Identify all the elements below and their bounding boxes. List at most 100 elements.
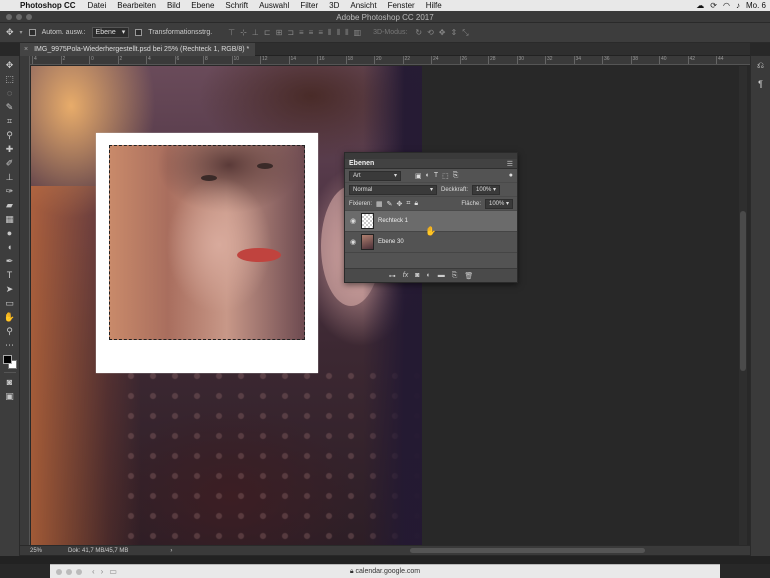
polaroid-inner-photo-selection[interactable] — [109, 145, 305, 340]
menu-datei[interactable]: Datei — [88, 1, 107, 10]
blur-tool-icon[interactable]: ● — [2, 226, 18, 240]
link-layers-icon[interactable]: ⊶ — [389, 272, 396, 280]
menu-app-name[interactable]: Photoshop CC — [20, 1, 76, 10]
3d-roll-icon[interactable]: ⟲ — [427, 28, 434, 38]
filter-smartobject-icon[interactable]: ⎘ — [453, 172, 459, 180]
browser-address-bar[interactable]: 🔒︎ calendar.google.com — [50, 568, 720, 576]
eraser-tool-icon[interactable]: ▰ — [2, 198, 18, 212]
3d-rotate-icon[interactable]: ↻ — [415, 28, 422, 38]
color-swatches[interactable] — [2, 354, 18, 370]
layer-filter-dropdown[interactable]: Art ▾ — [349, 170, 401, 181]
menu-bild[interactable]: Bild — [167, 1, 180, 10]
distribute-top-icon[interactable]: ≡ — [299, 28, 304, 38]
distribute-left-icon[interactable]: ⦀ — [328, 28, 332, 38]
eye-icon[interactable]: ◉ — [349, 238, 357, 246]
distribute-right-icon[interactable]: ⦀ — [345, 28, 349, 38]
lock-all-icon[interactable]: 🔒︎ — [414, 200, 418, 208]
document-canvas[interactable] — [31, 66, 751, 545]
align-right-icon[interactable]: ⊐ — [287, 28, 294, 38]
quick-mask-icon[interactable]: ◙ — [2, 375, 18, 389]
fill-field[interactable]: 100% ▾ — [485, 198, 513, 209]
vertical-scrollbar-thumb[interactable] — [740, 211, 746, 371]
path-selection-tool-icon[interactable]: ➤ — [2, 282, 18, 296]
new-group-icon[interactable]: ▬ — [438, 272, 445, 279]
document-size-info[interactable]: Dok: 41,7 MB/45,7 MB — [68, 548, 128, 554]
align-left-icon[interactable]: ⊏ — [264, 28, 271, 38]
lock-image-icon[interactable]: ✎ — [387, 200, 393, 208]
align-vcenter-icon[interactable]: ⊹ — [240, 28, 247, 38]
add-mask-icon[interactable]: ◙ — [415, 272, 419, 279]
screen-mode-icon[interactable]: ▣ — [2, 389, 18, 403]
menu-ebene[interactable]: Ebene — [191, 1, 214, 10]
close-tab-icon[interactable]: × — [24, 43, 28, 56]
move-tool-icon[interactable]: ✥ — [2, 58, 18, 72]
foreground-color-swatch[interactable] — [2, 355, 12, 364]
eye-icon[interactable]: ◉ — [349, 217, 357, 225]
hand-tool-icon[interactable]: ✋ — [2, 310, 18, 324]
blend-mode-dropdown[interactable]: Normal ▾ — [349, 184, 437, 195]
3d-scale-icon[interactable]: ⤡ — [462, 28, 468, 38]
menubar-clock[interactable]: Mo. 6 — [746, 1, 766, 10]
panel-menu-icon[interactable]: ☰ — [507, 160, 513, 168]
gradient-tool-icon[interactable]: ▦ — [2, 212, 18, 226]
cloud-icon[interactable]: ☁ — [696, 1, 704, 10]
type-tool-icon[interactable]: T — [2, 268, 18, 282]
filter-type-icon[interactable]: T — [434, 172, 438, 180]
filter-pixel-icon[interactable]: ▣ — [415, 172, 422, 180]
menu-filter[interactable]: Filter — [300, 1, 318, 10]
clone-stamp-tool-icon[interactable]: ⊥ — [2, 170, 18, 184]
layers-panel-tab[interactable]: Ebenen — [349, 160, 374, 167]
status-menu-arrow-icon[interactable]: › — [170, 548, 172, 554]
opacity-field[interactable]: 100% ▾ — [472, 184, 501, 195]
layer-style-icon[interactable]: fx — [403, 272, 408, 279]
filter-shape-icon[interactable]: ⬚ — [442, 172, 449, 180]
menu-fenster[interactable]: Fenster — [388, 1, 415, 10]
lasso-tool-icon[interactable]: ◌ — [2, 86, 18, 100]
quick-selection-tool-icon[interactable]: ✎ — [2, 100, 18, 114]
zoom-tool-icon[interactable]: ⚲ — [2, 324, 18, 338]
preset-dropdown-icon[interactable]: ▾ — [20, 29, 23, 36]
wifi-icon[interactable]: ◠ — [723, 1, 730, 10]
healing-brush-tool-icon[interactable]: ✚ — [2, 142, 18, 156]
brush-tool-icon[interactable]: ✐ — [2, 156, 18, 170]
marquee-tool-icon[interactable]: ⬚ — [2, 72, 18, 86]
vertical-scrollbar[interactable] — [739, 66, 747, 545]
align-bottom-icon[interactable]: ⊥ — [252, 28, 259, 38]
menu-ansicht[interactable]: Ansicht — [350, 1, 376, 10]
rectangle-tool-icon[interactable]: ▭ — [2, 296, 18, 310]
menu-3d[interactable]: 3D — [329, 1, 339, 10]
sync-icon[interactable]: ⟳ — [710, 1, 717, 10]
transform-controls-checkbox[interactable] — [135, 29, 143, 36]
new-layer-icon[interactable]: ⎘ — [452, 272, 458, 280]
menu-schrift[interactable]: Schrift — [225, 1, 248, 10]
align-top-icon[interactable]: ⊤ — [228, 28, 235, 38]
history-panel-icon[interactable]: ⎌ — [757, 60, 764, 71]
volume-icon[interactable]: ♪ — [736, 1, 740, 10]
adjustment-layer-icon[interactable]: ◐ — [426, 272, 430, 279]
distribute-bottom-icon[interactable]: ≡ — [318, 28, 323, 38]
vertical-ruler[interactable] — [20, 56, 30, 546]
filter-adjustment-icon[interactable]: ◐ — [426, 172, 430, 180]
paragraph-panel-icon[interactable]: ¶ — [758, 79, 763, 89]
lock-position-icon[interactable]: ✥ — [397, 200, 403, 208]
distribute-hcenter-icon[interactable]: ⦀ — [337, 28, 341, 38]
lock-transparent-icon[interactable]: ▦ — [376, 200, 383, 208]
pen-tool-icon[interactable]: ✒ — [2, 254, 18, 268]
menu-bearbeiten[interactable]: Bearbeiten — [117, 1, 156, 10]
3d-slide-icon[interactable]: ⇕ — [451, 28, 458, 38]
auto-align-icon[interactable]: ▥ — [354, 28, 362, 38]
eyedropper-tool-icon[interactable]: ⚲ — [2, 128, 18, 142]
3d-drag-icon[interactable]: ✥ — [439, 28, 446, 38]
dodge-tool-icon[interactable]: ◖ — [2, 240, 18, 254]
auto-select-dropdown[interactable]: Ebene ▾ — [91, 27, 130, 38]
zoom-level[interactable]: 25% — [30, 548, 42, 554]
crop-tool-icon[interactable]: ⌗ — [2, 114, 18, 128]
history-brush-tool-icon[interactable]: ✑ — [2, 184, 18, 198]
menu-hilfe[interactable]: Hilfe — [426, 1, 442, 10]
horizontal-scrollbar-thumb[interactable] — [410, 548, 645, 553]
move-tool-preset-icon[interactable]: ✥ — [6, 27, 14, 38]
document-tab[interactable]: × IMG_9975Pola-Wiederhergestellt.psd bei… — [20, 43, 256, 56]
align-hcenter-icon[interactable]: ⊞ — [276, 28, 283, 38]
distribute-vcenter-icon[interactable]: ≡ — [309, 28, 314, 38]
delete-layer-icon[interactable]: 🗑︎ — [464, 272, 473, 280]
